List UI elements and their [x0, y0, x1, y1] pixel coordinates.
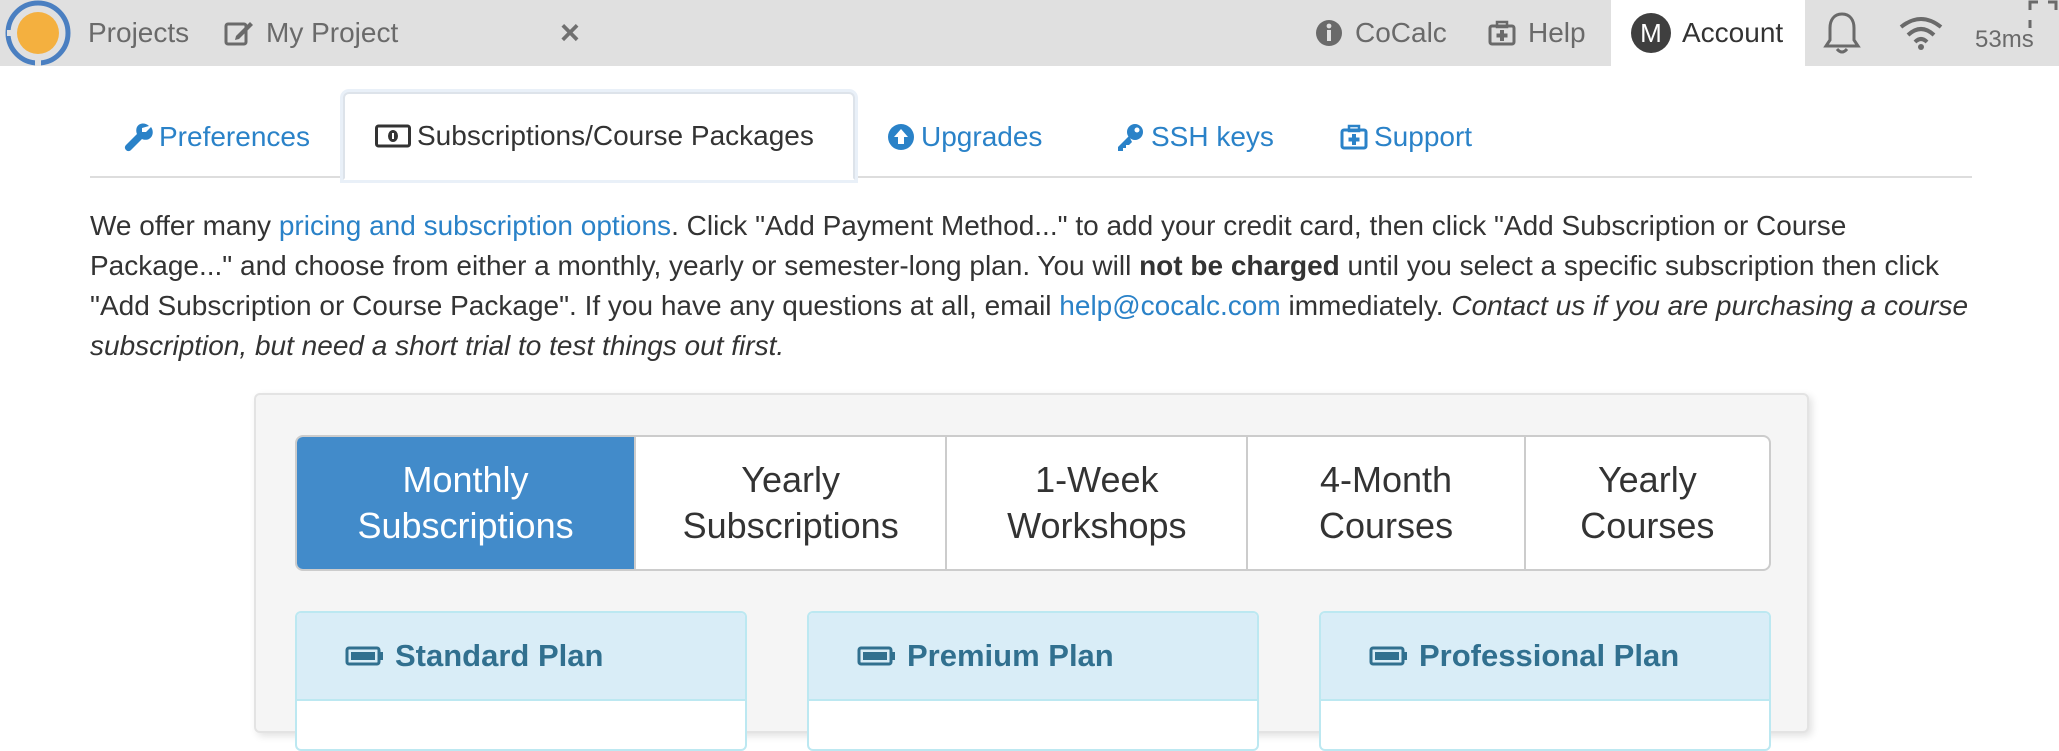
plans-panel: Monthly Subscriptions Yearly Subscriptions… — [254, 393, 1809, 751]
ping-label: 53ms — [1975, 26, 2034, 53]
battery-icon — [857, 646, 895, 666]
edit-icon — [224, 22, 253, 46]
account-label: Account — [1682, 17, 1784, 48]
wrench-icon — [124, 123, 153, 152]
intro-bold-text: not be charged — [1139, 250, 1340, 281]
period-4-month-courses[interactable]: 4-Month Courses — [1246, 437, 1523, 569]
period-line: Monthly — [402, 459, 529, 500]
project-tab-label: My Project — [266, 17, 399, 48]
projects-nav-item[interactable]: Projects — [88, 0, 189, 66]
period-line: Yearly — [1597, 459, 1697, 500]
period-line: Courses — [1580, 505, 1715, 546]
arrow-circle-up-icon — [888, 124, 914, 150]
plan-name: Standard Plan — [395, 638, 604, 673]
battery-icon — [1369, 646, 1407, 666]
connection-wifi-icon[interactable] — [1898, 0, 1944, 66]
tab-ssh-keys[interactable]: SSH keys — [1115, 96, 1274, 178]
close-project-tab-button[interactable]: × — [560, 0, 580, 66]
tab-preferences-label: Preferences — [159, 121, 310, 152]
period-line: Workshops — [1007, 505, 1187, 546]
projects-label: Projects — [88, 17, 190, 48]
cocalc-logo-icon[interactable] — [5, 0, 71, 66]
period-1-week-workshops[interactable]: 1-Week Workshops — [945, 437, 1246, 569]
tab-subscriptions-label: Subscriptions/Course Packages — [417, 120, 814, 151]
period-line: 1-Week — [1035, 459, 1159, 500]
notifications-bell-icon[interactable] — [1822, 0, 1862, 66]
plan-period-selector: Monthly Subscriptions Yearly Subscriptions… — [295, 435, 1771, 571]
period-line: Courses — [1319, 505, 1454, 546]
account-settings-tabs: Preferences Subscriptions/Course Package… — [90, 92, 1972, 180]
fullscreen-icon[interactable] — [2028, 0, 2058, 30]
period-line: Subscriptions — [682, 505, 899, 546]
key-icon — [1118, 124, 1143, 151]
tab-subscriptions[interactable]: Subscriptions/Course Packages — [343, 92, 855, 180]
avatar: M — [1631, 13, 1671, 53]
subscriptions-intro: We offer many pricing and subscription o… — [90, 206, 1990, 366]
plan-card-header: Premium Plan — [809, 613, 1257, 701]
plan-card-premium: Premium Plan — [807, 611, 1259, 751]
period-line: Subscriptions — [357, 505, 574, 546]
money-icon — [375, 124, 411, 148]
tab-upgrades[interactable]: Upgrades — [887, 96, 1042, 178]
medkit-icon — [1488, 20, 1516, 46]
plan-name: Professional Plan — [1419, 638, 1680, 673]
project-tab[interactable]: My Project — [224, 0, 398, 66]
tab-support[interactable]: Support — [1340, 96, 1472, 178]
top-bar: Projects My Project × CoCalc Help M Acco… — [0, 0, 2059, 66]
email-link[interactable]: help@cocalc.com — [1059, 290, 1280, 321]
help-label: Help — [1528, 17, 1586, 48]
tab-ssh-keys-label: SSH keys — [1151, 121, 1274, 152]
intro-text-4: immediately. — [1280, 290, 1452, 321]
plan-card-standard: Standard Plan — [295, 611, 747, 751]
help-nav-item[interactable]: Help — [1488, 0, 1586, 66]
plan-name: Premium Plan — [907, 638, 1114, 673]
tab-upgrades-label: Upgrades — [921, 121, 1043, 152]
cocalc-info-nav-item[interactable]: CoCalc — [1315, 0, 1447, 66]
close-icon: × — [560, 13, 580, 52]
info-circle-icon — [1316, 20, 1342, 46]
tab-preferences[interactable]: Preferences — [123, 96, 310, 178]
plan-card-header: Professional Plan — [1321, 613, 1769, 701]
intro-text-1: We offer many — [90, 210, 279, 241]
plan-card-header: Standard Plan — [297, 613, 745, 701]
account-nav-item[interactable]: M Account — [1611, 0, 1805, 66]
period-line: Yearly — [741, 459, 841, 500]
ping-readout: 53ms — [1975, 0, 2034, 66]
pricing-link[interactable]: pricing and subscription options — [279, 210, 671, 241]
period-line: 4-Month — [1320, 459, 1453, 500]
battery-icon — [345, 646, 383, 666]
plan-card-professional: Professional Plan — [1319, 611, 1771, 751]
period-monthly-subscriptions[interactable]: Monthly Subscriptions — [297, 437, 635, 569]
period-yearly-courses[interactable]: Yearly Courses — [1523, 437, 1769, 569]
medkit-icon — [1340, 124, 1368, 150]
cocalc-label: CoCalc — [1355, 17, 1447, 48]
period-yearly-subscriptions[interactable]: Yearly Subscriptions — [634, 437, 945, 569]
tab-support-label: Support — [1374, 121, 1473, 152]
